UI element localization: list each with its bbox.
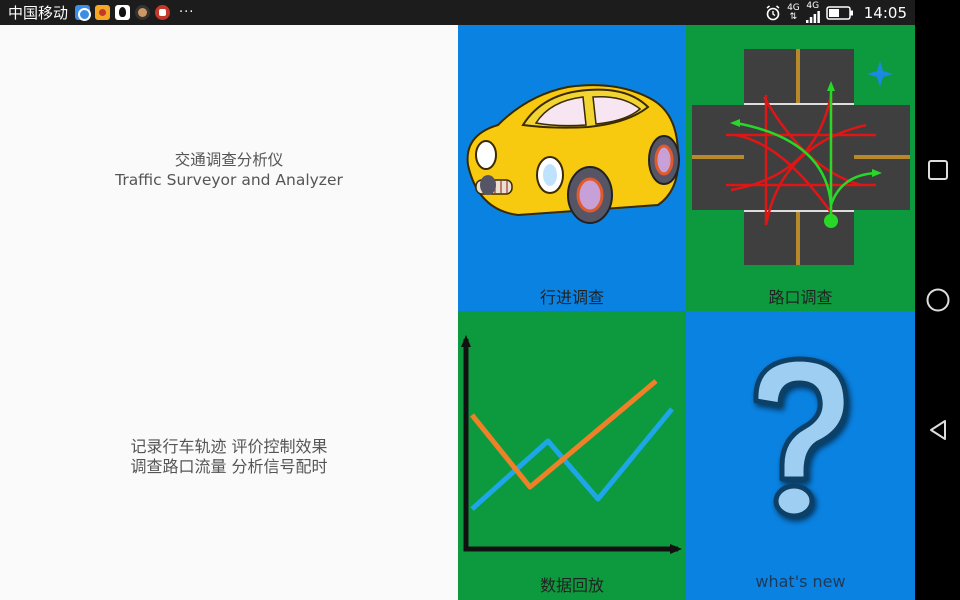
line-chart-icon [461, 335, 682, 554]
browser-notification-icon [75, 5, 92, 21]
intro-panel [0, 25, 458, 600]
description-line-1: 记录行车轨迹 评价控制效果 [130, 437, 328, 456]
status-bar: 中国移动 ··· 4G ⇅ 4G 14:05 [0, 0, 915, 25]
travel-survey-label: 行进调查 [539, 288, 604, 307]
description-line-2: 调查路口流量 分析信号配时 [130, 457, 328, 476]
back-triangle-icon [929, 420, 946, 440]
clock: 14:05 [863, 3, 907, 22]
carrier-name: 中国移动 [8, 4, 69, 22]
back-button[interactable] [915, 365, 960, 495]
question-mark-icon [753, 356, 849, 519]
intersection-survey-label: 路口调查 [768, 288, 833, 307]
home-button[interactable] [915, 235, 960, 365]
data-playback-tile[interactable]: 数据回放 [458, 311, 686, 600]
whats-new-tile[interactable]: what's new [686, 311, 915, 600]
app-notification-icon [155, 5, 171, 20]
camera-notification-icon [135, 5, 151, 20]
weibo-notification-icon [95, 5, 111, 20]
battery-icon [826, 5, 853, 20]
navigation-bar [915, 0, 960, 600]
app-title-en: Traffic Surveyor and Analyzer [115, 171, 343, 189]
qq-notification-icon [115, 5, 131, 20]
travel-survey-tile[interactable]: 行进调查 [458, 25, 686, 311]
circle-icon [926, 288, 949, 312]
car-icon [466, 84, 680, 224]
whats-new-label: what's new [755, 572, 846, 591]
square-icon [927, 160, 948, 180]
data-playback-label: 数据回放 [539, 576, 604, 595]
network-type-2: 4G [805, 2, 820, 23]
alarm-icon [766, 4, 780, 20]
more-notifications-icon: ··· [179, 5, 195, 20]
app-title-cn: 交通调查分析仪 [174, 151, 284, 169]
intersection-icon [692, 49, 910, 265]
signal-icon [805, 11, 820, 23]
app-description: 记录行车轨迹 评价控制效果 调查路口流量 分析信号配时 [0, 437, 458, 477]
intersection-survey-tile[interactable]: 路口调查 [686, 25, 915, 311]
network-type-1: 4G ⇅ [787, 2, 800, 22]
recent-apps-button[interactable] [915, 105, 960, 235]
app-title: 交通调查分析仪 Traffic Surveyor and Analyzer [0, 150, 458, 190]
